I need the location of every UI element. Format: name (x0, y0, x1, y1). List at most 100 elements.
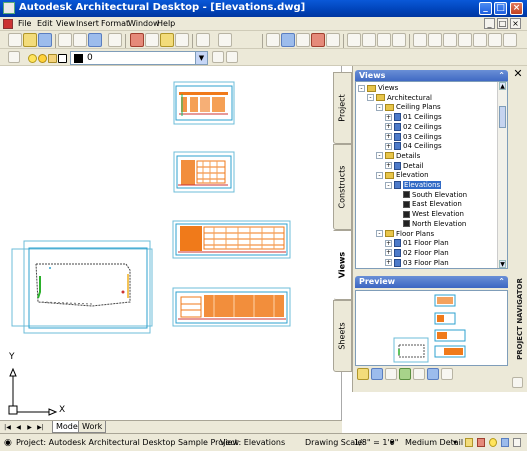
tree-node[interactable]: - Ceiling Plans (376, 103, 441, 112)
tree-node[interactable]: +02 Ceilings (385, 122, 442, 132)
chevron-down-icon[interactable]: ▾ (453, 438, 457, 447)
properties-icon[interactable] (266, 33, 280, 47)
tree-node[interactable]: +04 Ceilings (385, 142, 442, 151)
tree-node[interactable]: - Architectural (367, 94, 432, 103)
new-icon[interactable] (8, 33, 22, 47)
scroll-down-icon[interactable]: ▼ (499, 260, 506, 268)
views-tree[interactable]: - Views - Architectural - Ceiling Plans +01 Ce… (355, 81, 508, 269)
plot-preview-icon[interactable] (73, 33, 87, 47)
tool-palettes-icon[interactable] (296, 33, 310, 47)
save-icon[interactable] (38, 33, 52, 47)
redo-icon[interactable] (218, 33, 232, 47)
expand-icon[interactable]: + (385, 249, 392, 257)
collapse-icon[interactable]: - (385, 181, 392, 189)
menu-window[interactable]: Window (128, 19, 160, 28)
lock-icon[interactable] (465, 438, 473, 447)
match-properties-icon[interactable] (175, 33, 189, 47)
document-icon[interactable] (3, 19, 13, 29)
menu-view[interactable]: View (56, 19, 75, 28)
repath-icon[interactable] (371, 368, 383, 380)
spell-check-icon[interactable] (108, 33, 122, 47)
preview-panel-header[interactable]: Preview ⌃ (355, 276, 508, 288)
next-tab-icon[interactable]: ▶ (25, 423, 34, 432)
arc-icon[interactable] (458, 33, 472, 47)
first-tab-icon[interactable]: |◀ (3, 423, 12, 432)
filter-icon[interactable] (413, 368, 425, 380)
expand-icon[interactable]: + (385, 162, 392, 170)
polyline-icon[interactable] (443, 33, 457, 47)
tree-node[interactable]: - Floor Plans (376, 230, 434, 239)
regenerate-icon[interactable] (399, 368, 411, 380)
drawing-canvas[interactable] (0, 66, 342, 420)
close-icon[interactable]: ✕ (512, 68, 524, 80)
clean-screen-icon[interactable] (513, 438, 521, 447)
tree-scrollbar[interactable]: ▲ ▼ (497, 82, 507, 268)
tree-node[interactable]: South Elevation (394, 191, 467, 200)
layer-manager-icon[interactable] (8, 51, 20, 63)
collapse-icon[interactable]: - (376, 171, 383, 179)
collapse-icon[interactable]: ⌃ (498, 276, 505, 288)
make-current-layer-icon[interactable] (212, 51, 224, 63)
collapse-icon[interactable]: - (376, 230, 383, 237)
tree-node[interactable]: +02 Floor Plan (385, 248, 449, 258)
tree-node[interactable]: North Elevation (394, 220, 466, 229)
circle-icon[interactable] (503, 33, 517, 47)
refresh-icon[interactable] (385, 368, 397, 380)
maximize-button[interactable]: □ (494, 2, 507, 15)
app-icon[interactable] (3, 2, 15, 14)
expand-icon[interactable]: + (385, 133, 392, 140)
callout-icon[interactable] (427, 368, 439, 380)
tab-constructs[interactable]: Constructs (333, 144, 352, 230)
project-icon[interactable]: ◉ (4, 438, 12, 448)
add-view-icon[interactable] (357, 368, 369, 380)
tree-node[interactable]: - Views (358, 84, 398, 93)
design-center-icon[interactable] (281, 33, 295, 47)
cut-icon[interactable] (130, 33, 144, 47)
prev-tab-icon[interactable]: ◀ (14, 423, 23, 432)
layer-previous-icon[interactable] (226, 51, 238, 63)
menu-edit[interactable]: Edit (37, 19, 53, 28)
tray-settings-icon[interactable] (501, 438, 509, 447)
markup-icon[interactable] (326, 33, 340, 47)
annotation-icon[interactable] (477, 438, 485, 447)
tab-views[interactable]: Views (333, 230, 352, 300)
palette-menu-icon[interactable] (512, 377, 523, 388)
copy-icon[interactable] (145, 33, 159, 47)
layer-dropdown[interactable]: 0 ▼ (70, 51, 208, 65)
print-icon[interactable] (58, 33, 72, 47)
line-icon[interactable] (413, 33, 427, 47)
menu-format[interactable]: Format (101, 19, 129, 28)
collapse-icon[interactable]: - (376, 152, 383, 160)
tree-node[interactable]: West Elevation (394, 210, 464, 219)
zoom-realtime-icon[interactable] (347, 33, 361, 47)
tree-node[interactable]: +01 Ceilings (385, 113, 442, 122)
collapse-icon[interactable]: - (367, 94, 374, 102)
tree-node[interactable]: + Detail (385, 161, 424, 171)
expand-icon[interactable]: + (385, 113, 392, 121)
tree-node[interactable]: - Elevation (376, 171, 429, 180)
drawing-area[interactable]: Y X (0, 66, 342, 420)
open-xref-icon[interactable] (441, 368, 453, 380)
tree-node[interactable]: - Details (376, 152, 420, 161)
tree-node[interactable]: +01 Floor Plan (385, 239, 449, 248)
doc-restore-button[interactable]: □ (497, 18, 508, 29)
doc-minimize-button[interactable]: _ (484, 18, 495, 29)
tab-project[interactable]: Project (333, 72, 352, 144)
tab-work[interactable]: Work (78, 421, 107, 433)
polygon-icon[interactable] (473, 33, 487, 47)
pan-icon[interactable] (392, 33, 406, 47)
collapse-icon[interactable]: - (376, 103, 383, 111)
scroll-thumb[interactable] (499, 106, 506, 128)
menu-insert[interactable]: Insert (76, 19, 99, 28)
paste-icon[interactable] (160, 33, 174, 47)
menu-file[interactable]: File (18, 19, 31, 28)
publish-icon[interactable] (88, 33, 102, 47)
doc-close-button[interactable]: × (510, 18, 521, 29)
expand-icon[interactable]: + (385, 142, 392, 150)
tree-node[interactable]: East Elevation (394, 200, 462, 209)
menu-help[interactable]: Help (157, 19, 175, 28)
tree-node[interactable]: - Elevations (385, 181, 442, 190)
scroll-up-icon[interactable]: ▲ (499, 82, 506, 90)
tab-sheets[interactable]: Sheets (333, 300, 352, 372)
collapse-icon[interactable]: - (358, 84, 365, 92)
